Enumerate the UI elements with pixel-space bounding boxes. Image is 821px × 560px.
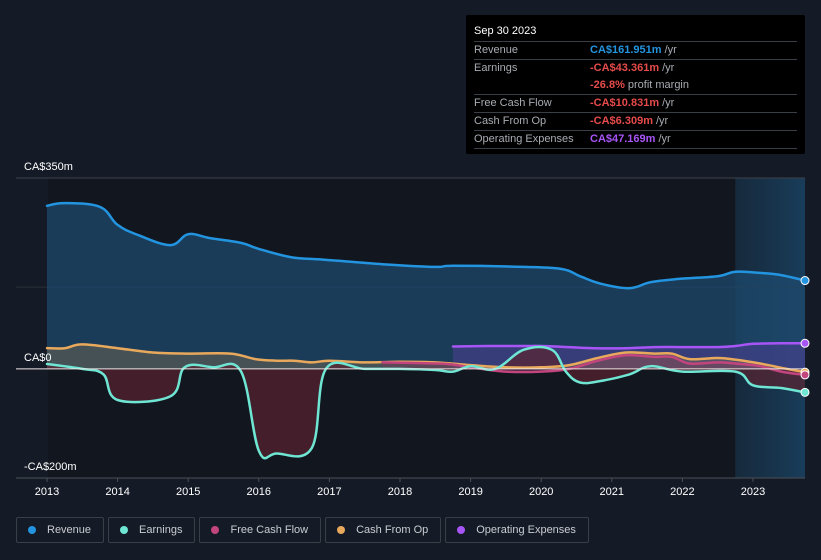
legend-dot-icon	[28, 526, 36, 534]
tooltip-value: -CA$43.361m	[590, 62, 660, 74]
x-tick-label: 2017	[317, 486, 341, 498]
legend-label: Operating Expenses	[476, 524, 576, 536]
legend-dot-icon	[457, 526, 466, 534]
legend-label: Free Cash Flow	[230, 524, 309, 536]
earnings-endpoint	[800, 387, 810, 397]
tooltip-suffix: /yr	[662, 62, 675, 74]
tooltip-label	[474, 77, 590, 94]
x-tick-label: 2018	[388, 486, 412, 498]
tooltip-value: -CA$10.831m	[590, 97, 660, 109]
x-tick-label: 2023	[741, 486, 765, 498]
legend-item-revenue[interactable]: Revenue	[16, 517, 105, 543]
tooltip-label: Revenue	[474, 44, 519, 56]
tooltip-value: CA$47.169m	[590, 133, 656, 145]
tooltip-suffix: /yr	[658, 133, 671, 145]
tooltip-value: CA$161.951m	[590, 44, 662, 56]
y-axis-label: CA$350m	[24, 161, 73, 173]
tooltip-row-cash-from-op: Cash From Op -CA$6.309m /yr	[474, 113, 797, 131]
legend-label: Earnings	[139, 524, 183, 536]
revenue-endpoint	[800, 276, 810, 286]
legend: Revenue Earnings Free Cash Flow Cash Fro…	[16, 517, 589, 543]
free-cash-flow-endpoint	[800, 370, 810, 380]
legend-dot-icon	[120, 526, 129, 534]
tooltip-suffix: /yr	[664, 44, 677, 56]
tooltip-panel: Sep 30 2023 Revenue CA$161.951m /yr Earn…	[466, 15, 805, 154]
x-tick-label: 2019	[458, 486, 482, 498]
x-tick-label: 2016	[247, 486, 271, 498]
tooltip-suffix: /yr	[655, 115, 669, 127]
x-tick-label: 2013	[35, 486, 59, 498]
x-tick-label: 2021	[600, 486, 624, 498]
legend-label: Cash From Op	[356, 524, 429, 536]
tooltip-label: Earnings	[474, 62, 518, 74]
tooltip-row-operating-expenses: Operating Expenses CA$47.169m /yr	[474, 131, 797, 149]
x-tick-label: 2020	[529, 486, 553, 498]
tooltip-label: Operating Expenses	[474, 133, 574, 145]
tooltip-row-earnings: Earnings -CA$43.361m /yr	[474, 60, 797, 77]
tooltip-suffix: /yr	[662, 97, 675, 109]
legend-dot-icon	[337, 526, 346, 534]
legend-item-operating-expenses[interactable]: Operating Expenses	[445, 517, 589, 543]
tooltip-label: Free Cash Flow	[474, 97, 552, 109]
tooltip-row-free-cash-flow: Free Cash Flow -CA$10.831m /yr	[474, 95, 797, 113]
legend-dot-icon	[211, 526, 220, 534]
legend-item-cash-from-op[interactable]: Cash From Op	[325, 517, 442, 543]
operating-expenses-endpoint	[800, 338, 810, 348]
tooltip-label: Cash From Op	[474, 115, 547, 127]
x-tick-label: 2015	[176, 486, 200, 498]
tooltip-value: -CA$6.309m	[590, 115, 653, 127]
legend-item-earnings[interactable]: Earnings	[108, 517, 196, 543]
y-axis-label: -CA$200m	[24, 461, 77, 473]
legend-item-free-cash-flow[interactable]: Free Cash Flow	[199, 517, 322, 543]
tooltip-suffix: profit margin	[627, 79, 689, 91]
legend-label: Revenue	[47, 524, 92, 536]
y-axis-label: CA$0	[24, 352, 52, 364]
tooltip-row-revenue: Revenue CA$161.951m /yr	[474, 42, 797, 60]
tooltip-value: -26.8%	[590, 79, 625, 91]
tooltip-row-profit-margin: -26.8% profit margin	[474, 77, 797, 95]
x-tick-label: 2014	[105, 486, 129, 498]
tooltip-date: Sep 30 2023	[474, 24, 797, 42]
x-tick-label: 2022	[670, 486, 694, 498]
